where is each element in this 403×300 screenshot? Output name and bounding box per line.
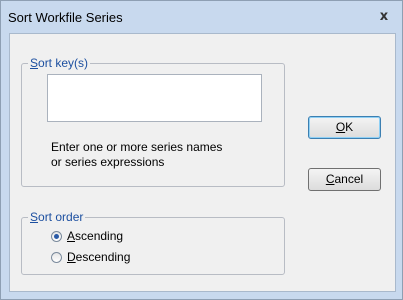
descending-label: Descending: [67, 250, 131, 264]
sort-order-legend: Sort order: [30, 210, 84, 224]
cancel-button[interactable]: Cancel: [308, 168, 381, 191]
close-button[interactable]: x: [373, 7, 395, 27]
descending-option[interactable]: Descending: [51, 249, 130, 265]
title-bar[interactable]: Sort Workfile Series x: [2, 2, 401, 32]
ok-button[interactable]: OK: [308, 116, 381, 139]
sort-keys-legend: Sort key(s): [30, 56, 89, 70]
hint-line-1: Enter one or more series names: [51, 140, 223, 154]
sort-keys-hint: Enter one or more series names or series…: [51, 140, 261, 170]
ascending-label: Ascending: [67, 229, 124, 243]
descending-radio[interactable]: [51, 251, 62, 263]
close-icon: x: [379, 9, 389, 24]
ascending-radio[interactable]: [51, 230, 62, 242]
dialog-title: Sort Workfile Series: [8, 10, 123, 25]
hint-line-2: or series expressions: [51, 155, 165, 169]
ascending-option[interactable]: Ascending: [51, 228, 123, 244]
sort-keys-input[interactable]: [47, 74, 262, 122]
